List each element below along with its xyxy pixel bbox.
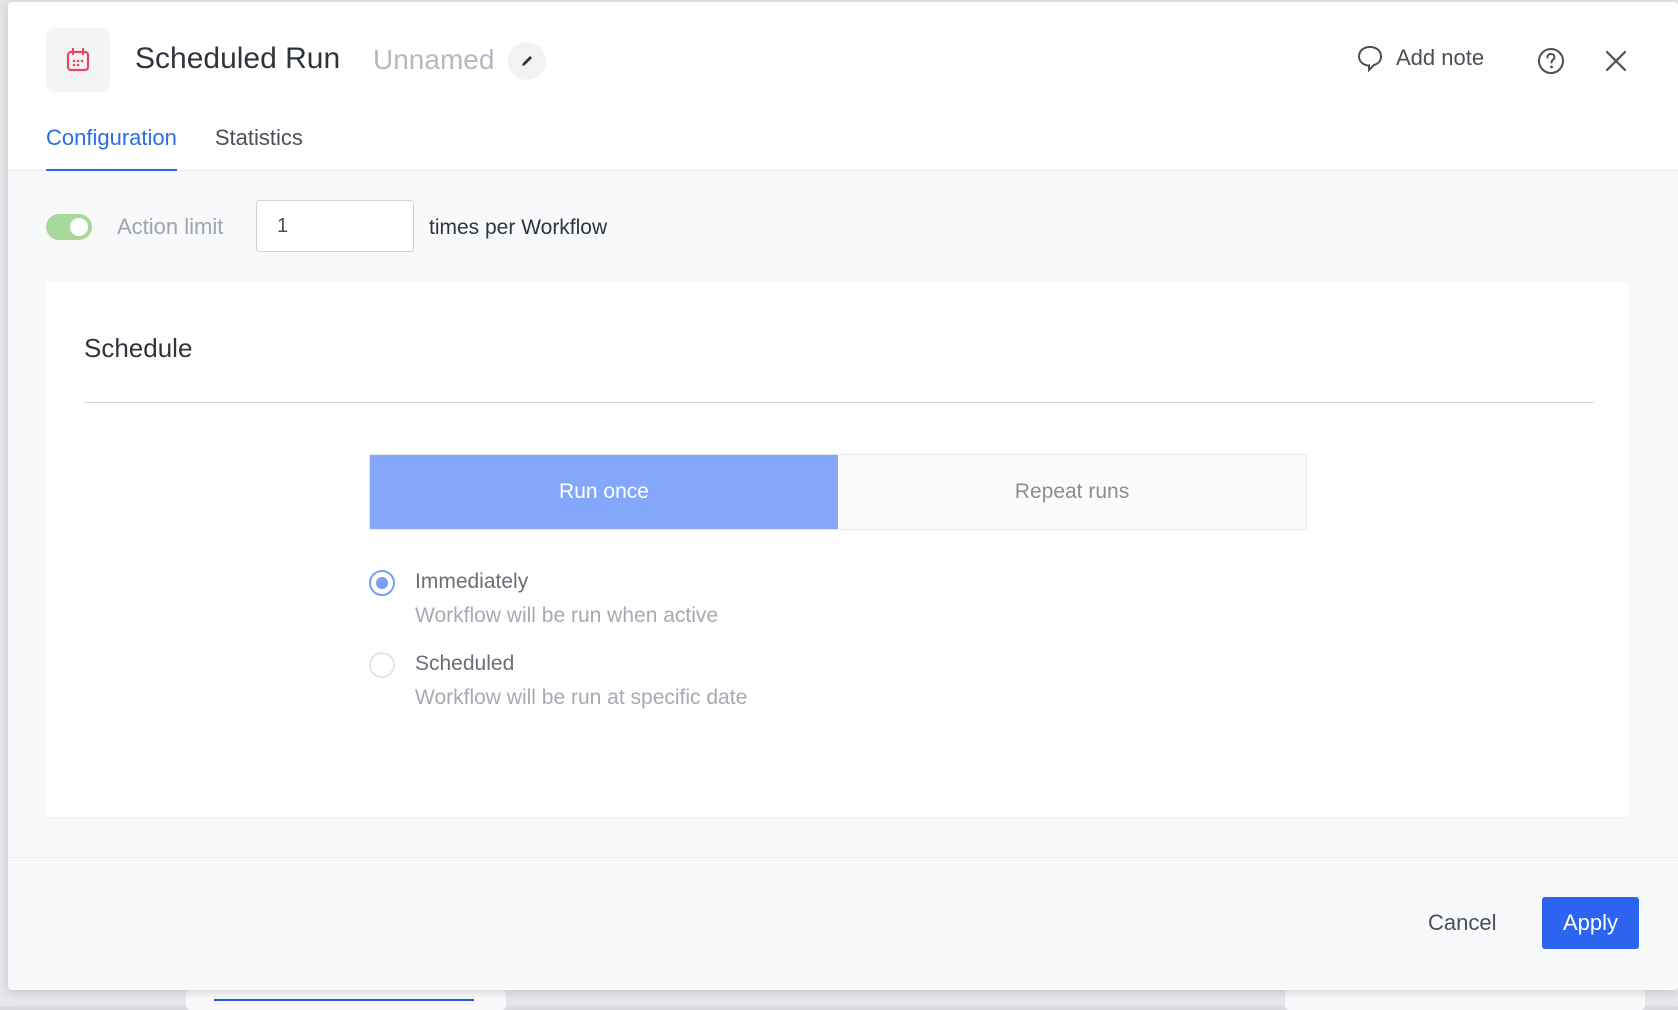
close-button[interactable]: [1601, 46, 1631, 76]
help-button[interactable]: [1536, 46, 1566, 76]
apply-button[interactable]: Apply: [1542, 897, 1639, 949]
run-mode-segmented-control: Run once Repeat runs: [369, 454, 1307, 530]
action-limit-suffix: times per Workflow: [429, 216, 608, 239]
tab-configuration[interactable]: Configuration: [46, 122, 177, 171]
calendar-icon: [66, 47, 90, 72]
scheduled-radio[interactable]: [369, 652, 395, 678]
option-title: Immediately: [415, 570, 529, 593]
close-icon: [1605, 50, 1627, 72]
background-tab-underline: [214, 999, 474, 1001]
option-description: Workflow will be run when active: [415, 604, 719, 627]
schedule-title: Schedule: [84, 333, 193, 363]
immediately-radio[interactable]: [369, 570, 395, 596]
tab-statistics[interactable]: Statistics: [215, 122, 303, 171]
option-description: Workflow will be run at specific date: [415, 686, 748, 709]
run-once-button[interactable]: Run once: [370, 455, 838, 529]
action-limit-label: Action limit: [117, 214, 224, 239]
pencil-icon: [522, 56, 532, 66]
app-icon-box: [46, 28, 110, 92]
question-circle-icon: [1538, 48, 1564, 74]
repeat-runs-button[interactable]: Repeat runs: [838, 455, 1306, 529]
cancel-button[interactable]: Cancel: [1428, 897, 1496, 949]
footer-divider: [8, 857, 1678, 858]
action-limit-input[interactable]: [256, 200, 414, 252]
add-note-button[interactable]: Add note: [1356, 44, 1484, 72]
scheduled-run-modal: Scheduled Run Unnamed Add note Configura…: [8, 2, 1678, 990]
background-card: [1285, 990, 1645, 1010]
edit-name-button[interactable]: [508, 42, 546, 80]
schedule-card: Schedule Run once Repeat runs Immediatel…: [45, 282, 1629, 817]
action-limit-toggle[interactable]: [46, 214, 92, 240]
modal-title: Scheduled Run: [135, 42, 341, 75]
speech-bubble-icon: [1357, 45, 1383, 72]
tab-bar: Configuration Statistics: [46, 122, 341, 171]
schedule-divider: [84, 402, 1594, 403]
modal-header: Scheduled Run Unnamed Add note Configura…: [8, 2, 1678, 171]
node-name: Unnamed: [373, 44, 495, 75]
add-note-label: Add note: [1396, 45, 1485, 70]
option-title: Scheduled: [415, 652, 515, 675]
